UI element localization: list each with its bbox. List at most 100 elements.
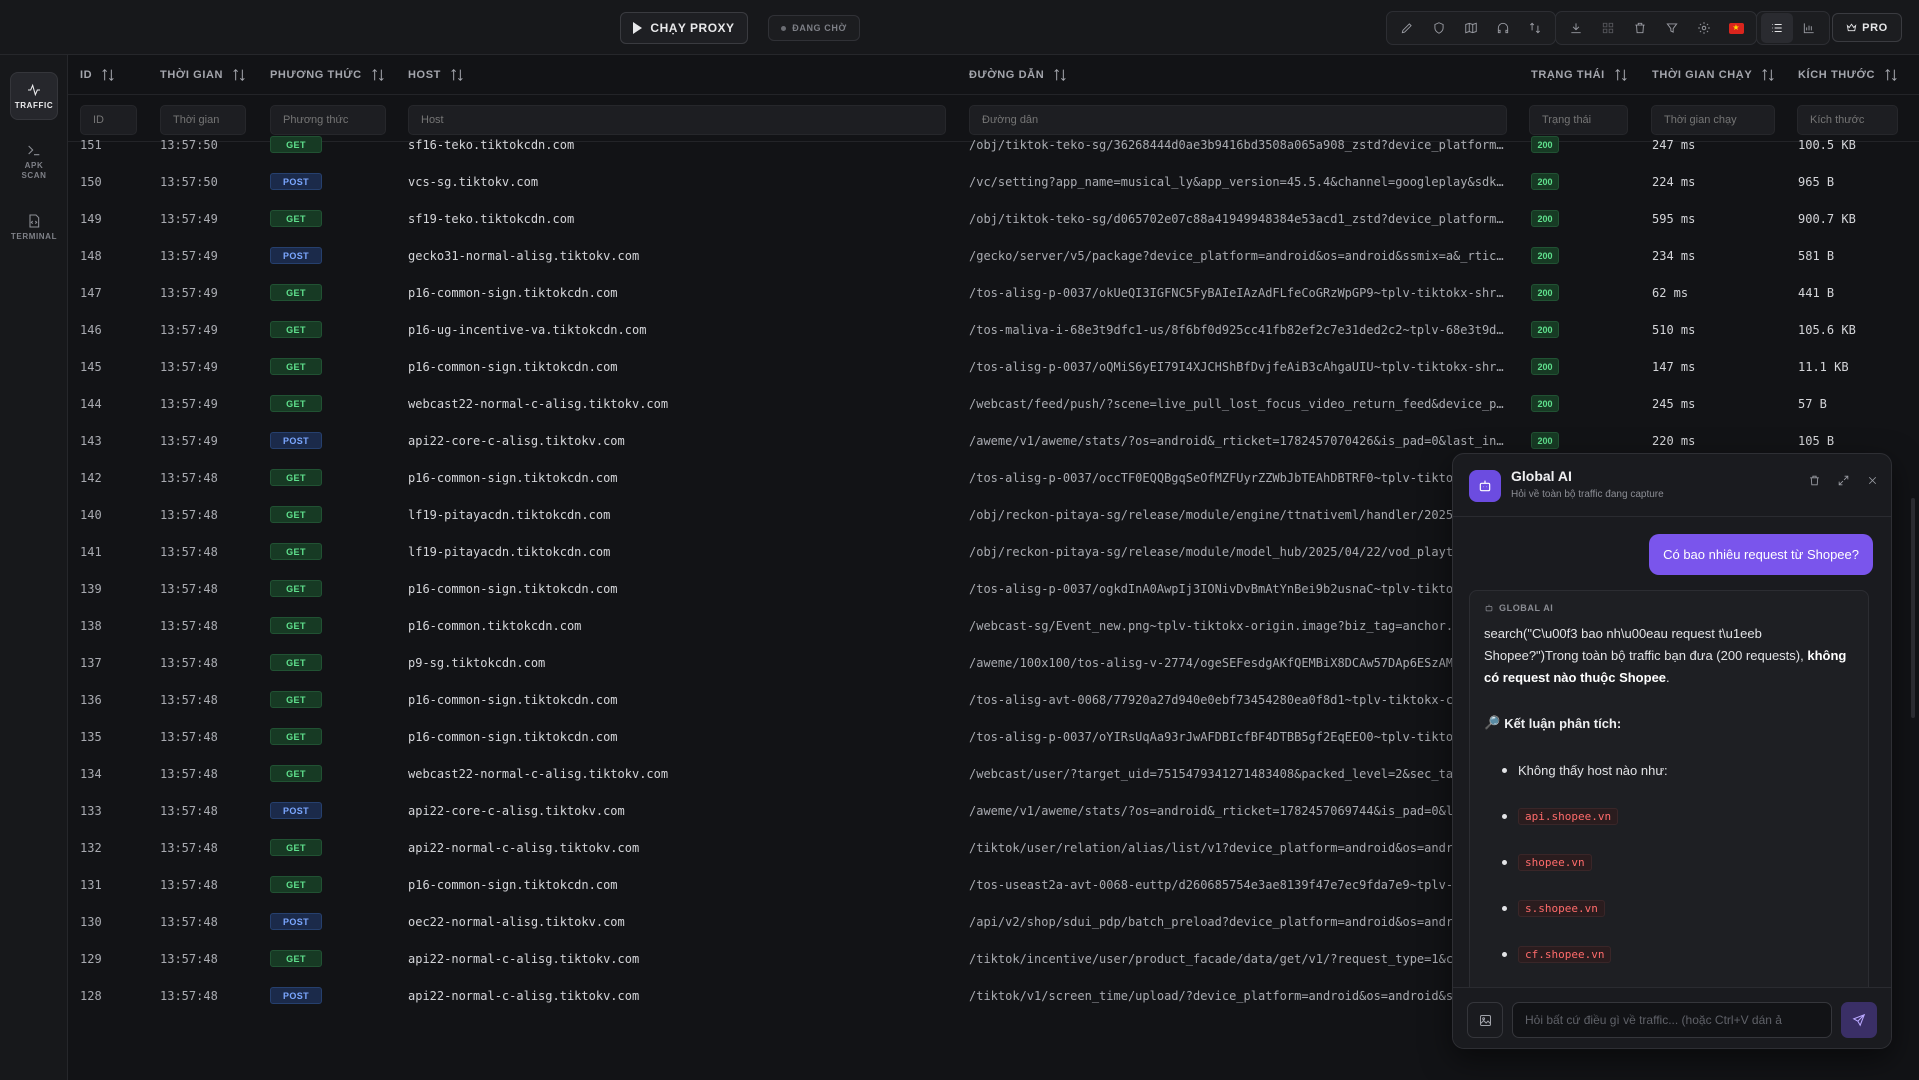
grid-button[interactable] [1592,13,1624,43]
table-row[interactable]: 145 13:57:49 GET p16-common-sign.tiktokcdn.… [68,348,1919,385]
cell-host: lf19-pitayacdn.tiktokcdn.com [408,544,611,559]
status-badge: 200 [1531,247,1559,264]
view-toggle-group [1756,11,1830,45]
sort-icon[interactable] [100,67,116,83]
cell-host: api22-normal-c-alisg.tiktokv.com [408,988,640,1003]
cell-size: 900.7 KB [1798,211,1856,226]
cell-duration: 510 ms [1652,322,1696,337]
sort-icon[interactable] [1760,67,1776,83]
list-item: shopee.vn [1502,839,1854,885]
clear-chat-button[interactable] [1808,474,1821,490]
cell-path: /webcast-sg/Event_new.png~tplv-tiktokx-o… [969,618,1461,633]
map-button[interactable] [1455,13,1487,43]
list-icon [1772,24,1782,32]
cell-id: 138 [80,618,102,633]
host-code: api.shopee.vn [1518,807,1619,825]
expand-chat-button[interactable] [1837,474,1850,490]
cell-host: api22-core-c-alisg.tiktokv.com [408,803,625,818]
headphones-button[interactable] [1487,13,1519,43]
cell-id: 141 [80,544,102,559]
chat-input[interactable] [1512,1002,1832,1038]
column-header-size[interactable]: KÍCH THƯỚC [1798,55,1899,95]
sidebar-item-traffic[interactable]: TRAFFIC [10,72,58,120]
table-row[interactable]: 144 13:57:49 GET webcast22-normal-c-alisg.t… [68,385,1919,422]
column-header-status[interactable]: TRẠNG THÁI [1531,55,1629,95]
host-code: shopee.vn [1518,853,1592,871]
sort-icon[interactable] [1613,67,1629,83]
cell-status: 200 [1531,163,1641,200]
method-badge: GET [270,617,322,634]
sort-icon[interactable] [449,67,465,83]
cell-time: 13:57:48 [160,951,218,966]
column-header-method[interactable]: PHƯƠNG THỨC [270,55,386,95]
host-code: s.shopee.vn [1518,899,1605,917]
column-header-id[interactable]: ID [80,55,116,95]
edit-tools-group [1386,11,1556,45]
table-row[interactable]: 147 13:57:49 GET p16-common-sign.tiktokcdn.… [68,274,1919,311]
cell-time: 13:57:48 [160,914,218,929]
cell-host: p9-sg.tiktokcdn.com [408,655,546,670]
table-row[interactable]: 148 13:57:49 POST gecko31-normal-alisg.tikt… [68,237,1919,274]
column-header-label: PHƯƠNG THỨC [270,69,362,81]
chart-view-button[interactable] [1793,13,1825,43]
column-header-time[interactable]: THỜI GIAN [160,55,247,95]
run-proxy-button[interactable]: CHẠY PROXY [620,12,748,44]
cell-time: 13:57:48 [160,766,218,781]
sort-icon[interactable] [1883,67,1899,83]
method-badge: GET [270,136,322,153]
table-row[interactable]: 146 13:57:49 GET p16-ug-incentive-va.tiktok… [68,311,1919,348]
table-row[interactable]: 150 13:57:50 POST vcs-sg.tiktokv.com/vc/set… [68,163,1919,200]
magnifier-icon: 🔎 [1484,715,1501,730]
sidebar-item-apk-scan[interactable]: APK SCAN [10,132,58,190]
cell-method: GET [270,533,390,570]
column-header-duration[interactable]: THỜI GIAN CHẠY [1652,55,1776,95]
close-chat-button[interactable] [1866,474,1879,490]
cell-time: 13:57:48 [160,840,218,855]
cell-time: 13:57:48 [160,655,218,670]
table-row[interactable]: 149 13:57:49 GET sf19-teko.tiktokcdn.com/ob… [68,200,1919,237]
chat-composer [1453,987,1891,1048]
host-code: cf.shopee.vn [1518,945,1612,963]
shield-button[interactable] [1423,13,1455,43]
column-header-path[interactable]: ĐƯỜNG DẪN [969,55,1068,95]
cell-host: sf16-teko.tiktokcdn.com [408,137,575,152]
list-view-button[interactable] [1761,13,1793,43]
attach-image-button[interactable] [1467,1002,1503,1038]
sort-icon[interactable] [1052,67,1068,83]
ai-answer-end: . [1666,670,1670,685]
method-badge: POST [270,173,322,190]
ai-label-text: GLOBAL AI [1499,603,1554,613]
table-row[interactable]: 151 13:57:50 GET sf16-teko.tiktokcdn.com/ob… [68,126,1919,163]
language-button[interactable]: ★ [1720,13,1752,43]
column-header-host[interactable]: HOST [408,55,465,95]
table-scrollbar[interactable] [1911,498,1915,718]
settings-button[interactable] [1688,13,1720,43]
sort-icon[interactable] [231,67,247,83]
pencil-button[interactable] [1391,13,1423,43]
cell-path: /tiktok/incentive/user/product_facade/da… [969,951,1461,966]
sidebar-item-terminal[interactable]: TERMINAL [10,203,58,251]
headphones-icon [1497,22,1509,34]
cell-method: GET [270,348,390,385]
trash-button[interactable] [1624,13,1656,43]
send-button[interactable] [1841,1002,1877,1038]
cell-path: /webcast/feed/push/?scene=live_pull_lost… [969,396,1504,411]
proxy-status-badge: ĐANG CHỜ [768,15,860,41]
download-button[interactable] [1560,13,1592,43]
cell-host: p16-common-sign.tiktokcdn.com [408,581,618,596]
cell-method: GET [270,829,390,866]
pro-button[interactable]: PRO [1832,13,1902,42]
sort-icon[interactable] [370,67,386,83]
cell-status: 200 [1531,348,1641,385]
method-badge: GET [270,580,322,597]
swap-button[interactable] [1519,13,1551,43]
cell-path: /obj/reckon-pitaya-sg/release/module/mod… [969,544,1461,559]
filter-button[interactable] [1656,13,1688,43]
filter-icon [1666,23,1678,33]
cell-method: GET [270,718,390,755]
cell-size: 57 B [1798,396,1827,411]
cell-path: /tos-alisg-p-0037/ogkdInA0AwpIj3IONivDvB… [969,581,1468,596]
cell-host: oec22-normal-alisg.tiktokv.com [408,914,625,929]
ai-analysis-heading-text: Kết luận phân tích: [1504,715,1622,731]
sidebar-item-label: TRAFFIC [14,100,54,110]
